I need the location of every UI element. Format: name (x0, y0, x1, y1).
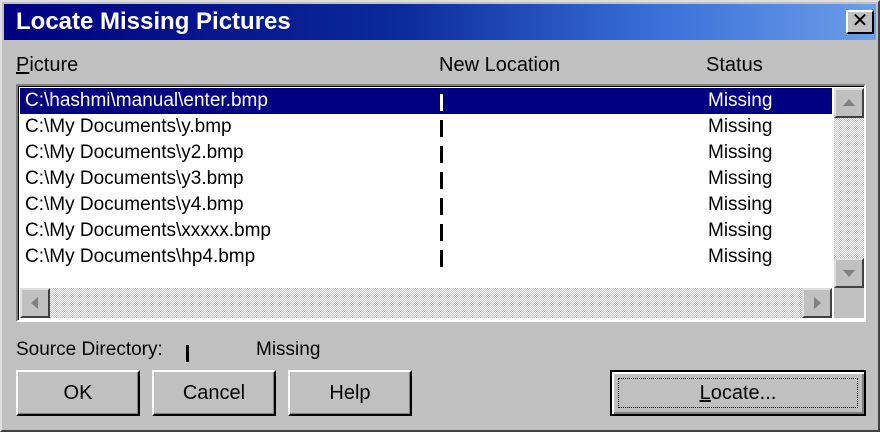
window-title: Locate Missing Pictures (16, 8, 291, 35)
picture-path: C:\My Documents\xxxxx.bmp (25, 220, 271, 241)
picture-path: C:\My Documents\y4.bmp (25, 194, 244, 215)
list-item[interactable]: C:\My Documents\hp4.bmp Missing (20, 244, 832, 270)
status-cell: Missing (708, 90, 773, 111)
locate-missing-pictures-dialog: Locate Missing Pictures ✕ Picture New Lo… (0, 0, 880, 432)
arrow-up-icon (843, 99, 855, 106)
new-location-cell (440, 172, 443, 189)
horizontal-scrollbar[interactable] (20, 288, 832, 318)
status-cell: Missing (708, 246, 773, 267)
new-location-cell (440, 224, 443, 241)
scroll-right-button[interactable] (802, 288, 832, 318)
scrollbar-corner (834, 288, 864, 318)
ok-button[interactable]: OK (16, 370, 140, 416)
status-cell: Missing (708, 168, 773, 189)
cancel-button-label: Cancel (182, 382, 246, 404)
scroll-up-button[interactable] (834, 88, 864, 118)
scroll-left-button[interactable] (20, 288, 50, 318)
status-cell: Missing (708, 194, 773, 215)
locate-button-rest: ocate... (710, 382, 777, 404)
arrow-right-icon (814, 297, 821, 309)
scroll-down-button[interactable] (834, 258, 864, 288)
list-item[interactable]: C:\My Documents\xxxxx.bmp Missing (20, 218, 832, 244)
locate-button-label: Locate... (700, 382, 777, 404)
help-button-label: Help (329, 382, 371, 404)
status-cell: Missing (708, 220, 773, 241)
source-directory-value (186, 345, 189, 362)
column-header-picture-mnemonic: P (16, 54, 30, 76)
help-button[interactable]: Help (288, 370, 412, 416)
column-header-picture-label: icture (29, 54, 79, 76)
source-directory-label: Source Directory: (16, 339, 163, 360)
new-location-cell (440, 198, 443, 215)
locate-button[interactable]: Locate... (610, 370, 866, 416)
picture-path: C:\My Documents\y2.bmp (25, 142, 244, 163)
missing-pictures-list[interactable]: C:\hashmi\manual\enter.bmp Missing C:\My D… (16, 84, 866, 322)
list-item[interactable]: C:\My Documents\y3.bmp Missing (20, 166, 832, 192)
source-directory-status: Missing (256, 339, 321, 360)
vertical-scrollbar[interactable] (834, 88, 864, 288)
status-cell: Missing (708, 116, 773, 137)
new-location-cell (440, 94, 443, 111)
list-item[interactable]: C:\My Documents\y2.bmp Missing (20, 140, 832, 166)
picture-path: C:\My Documents\hp4.bmp (25, 246, 256, 267)
status-cell: Missing (708, 142, 773, 163)
column-header-new-location: New Location (439, 54, 561, 76)
list-item[interactable]: C:\My Documents\y.bmp Missing (20, 114, 832, 140)
arrow-down-icon (843, 270, 855, 277)
column-header-status: Status (706, 54, 763, 76)
arrow-left-icon (31, 297, 38, 309)
close-icon: ✕ (851, 10, 869, 32)
picture-path: C:\My Documents\y3.bmp (25, 168, 244, 189)
list-item[interactable]: C:\My Documents\y4.bmp Missing (20, 192, 832, 218)
ok-button-label: OK (63, 382, 93, 404)
new-location-cell (440, 146, 443, 163)
cancel-button[interactable]: Cancel (152, 370, 276, 416)
new-location-cell (440, 250, 443, 267)
list-rows: C:\hashmi\manual\enter.bmp Missing C:\My D… (20, 88, 832, 270)
list-item[interactable]: C:\hashmi\manual\enter.bmp Missing (20, 88, 832, 114)
picture-path: C:\My Documents\y.bmp (25, 116, 232, 137)
close-button[interactable]: ✕ (846, 10, 874, 34)
title-bar[interactable]: Locate Missing Pictures ✕ (4, 4, 876, 40)
picture-path: C:\hashmi\manual\enter.bmp (25, 90, 268, 111)
new-location-cell (440, 120, 443, 137)
column-header-picture: Picture (16, 54, 78, 77)
locate-button-mnemonic: L (699, 382, 711, 404)
